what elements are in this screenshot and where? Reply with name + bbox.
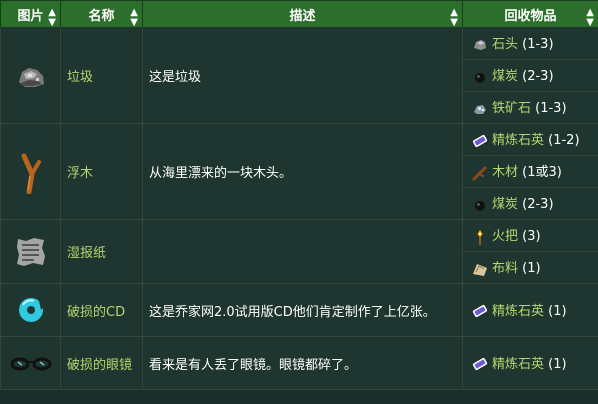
item-name-cell: 垃圾 [60,27,143,124]
stone-icon[interactable] [471,36,489,54]
item-image-cell [0,219,61,284]
recycle-item: 精炼石英 (1) [462,336,598,390]
item-name-link[interactable]: 垃圾 [67,70,93,85]
refined-quartz-icon[interactable] [471,132,489,150]
col-recycle-label: 回收物品 [504,8,557,24]
driftwood-icon[interactable] [16,150,46,194]
sort-icon[interactable]: ▲ ▼ [586,8,594,28]
recycle-item-link[interactable]: 精炼石英 [492,357,544,372]
recycle-item: 煤炭 (2-3) [462,59,598,92]
item-image-cell [0,123,61,220]
item-name-cell: 破损的CD [60,283,143,337]
table-row: 湿报纸 火把 (3) [0,219,598,284]
item-name-link[interactable]: 破损的眼镜 [67,358,132,373]
header-row: 图片 ▲ ▼ 名称 ▲ ▼ 描述 ▲ ▼ 回收物品 ▲ ▼ [0,0,598,28]
recycle-item-link[interactable]: 煤炭 [492,69,518,84]
table-row: 破损的眼镜 看来是有人丢了眼镜。眼镜都碎了。 精炼石英 (1) [0,336,598,390]
wood-icon[interactable] [471,164,489,182]
item-name-link[interactable]: 浮木 [67,166,93,181]
recycle-item-qty: (1) [544,303,567,319]
refined-quartz-icon[interactable] [471,355,489,373]
item-image-cell [0,283,61,337]
recycle-item-qty: (3) [518,229,541,245]
sort-icon[interactable]: ▲ ▼ [450,8,458,28]
recycle-item-qty: (1) [544,356,567,372]
coal-icon[interactable] [471,68,489,86]
recycle-item-link[interactable]: 精炼石英 [492,133,544,148]
recycle-item-link[interactable]: 木材 [492,165,518,180]
recycle-item-link[interactable]: 铁矿石 [492,101,531,116]
col-name-label: 名称 [88,8,115,24]
iron-ore-icon[interactable] [471,100,489,118]
item-name-cell: 破损的眼镜 [60,336,143,390]
table-row: 浮木 从海里漂来的一块木头。 精炼石英 (1-2) [0,123,598,220]
recycle-item-qty: (1-3) [531,101,567,117]
table-row: 垃圾 这是垃圾 石头 (1-3) [0,27,598,124]
soggy-newspaper-icon[interactable] [14,235,48,269]
item-description: 这是乔家网2.0试用版CD他们肯定制作了上亿张。 [142,283,463,337]
trash-icon[interactable] [13,60,49,92]
recycle-item: 木材 (1或3) [462,155,598,188]
recycle-item: 布料 (1) [462,251,598,284]
item-description: 看来是有人丢了眼镜。眼镜都碎了。 [142,336,463,390]
cloth-icon[interactable] [471,260,489,278]
broken-glasses-icon[interactable] [9,353,53,373]
recycle-item-link[interactable]: 精炼石英 [492,304,544,319]
item-description: 这是垃圾 [142,27,463,124]
item-name-cell: 浮木 [60,123,143,220]
coal-icon[interactable] [471,196,489,214]
recycling-table: 图片 ▲ ▼ 名称 ▲ ▼ 描述 ▲ ▼ 回收物品 ▲ ▼ 垃圾 这是垃圾 石头… [0,0,598,390]
recycle-item-qty: (1或3) [518,165,562,181]
refined-quartz-icon[interactable] [471,302,489,320]
recycle-item: 铁矿石 (1-3) [462,91,598,124]
recycle-item-link[interactable]: 火把 [492,229,518,244]
col-description-label: 描述 [289,8,316,24]
item-name-cell: 湿报纸 [60,219,143,284]
item-name-link[interactable]: 破损的CD [67,305,125,320]
sort-icon[interactable]: ▲ ▼ [48,8,56,28]
broken-cd-icon[interactable] [14,295,48,325]
torch-icon[interactable] [471,228,489,246]
recycle-item-qty: (1) [518,261,541,277]
col-image-header[interactable]: 图片 ▲ ▼ [0,0,61,28]
recycle-item-link[interactable]: 煤炭 [492,197,518,212]
recycle-item: 煤炭 (2-3) [462,187,598,220]
item-description [142,219,463,284]
col-description-header[interactable]: 描述 ▲ ▼ [142,0,463,28]
recycle-item: 精炼石英 (1) [462,283,598,337]
recycle-item: 石头 (1-3) [462,27,598,60]
recycle-item-link[interactable]: 石头 [492,37,518,52]
col-name-header[interactable]: 名称 ▲ ▼ [60,0,143,28]
item-image-cell [0,336,61,390]
recycle-item-link[interactable]: 布料 [492,261,518,276]
recycle-item-qty: (2-3) [518,69,554,85]
item-description: 从海里漂来的一块木头。 [142,123,463,220]
recycle-item: 火把 (3) [462,219,598,252]
col-recycle-header[interactable]: 回收物品 ▲ ▼ [462,0,598,28]
item-image-cell [0,27,61,124]
recycle-item-qty: (1-2) [544,133,580,149]
recycle-item: 精炼石英 (1-2) [462,123,598,156]
sort-icon[interactable]: ▲ ▼ [130,8,138,28]
item-name-link[interactable]: 湿报纸 [67,246,106,261]
col-image-label: 图片 [17,8,44,24]
recycle-item-qty: (1-3) [518,37,554,53]
table-row: 破损的CD 这是乔家网2.0试用版CD他们肯定制作了上亿张。 精炼石英 (1) [0,283,598,337]
recycle-item-qty: (2-3) [518,197,554,213]
